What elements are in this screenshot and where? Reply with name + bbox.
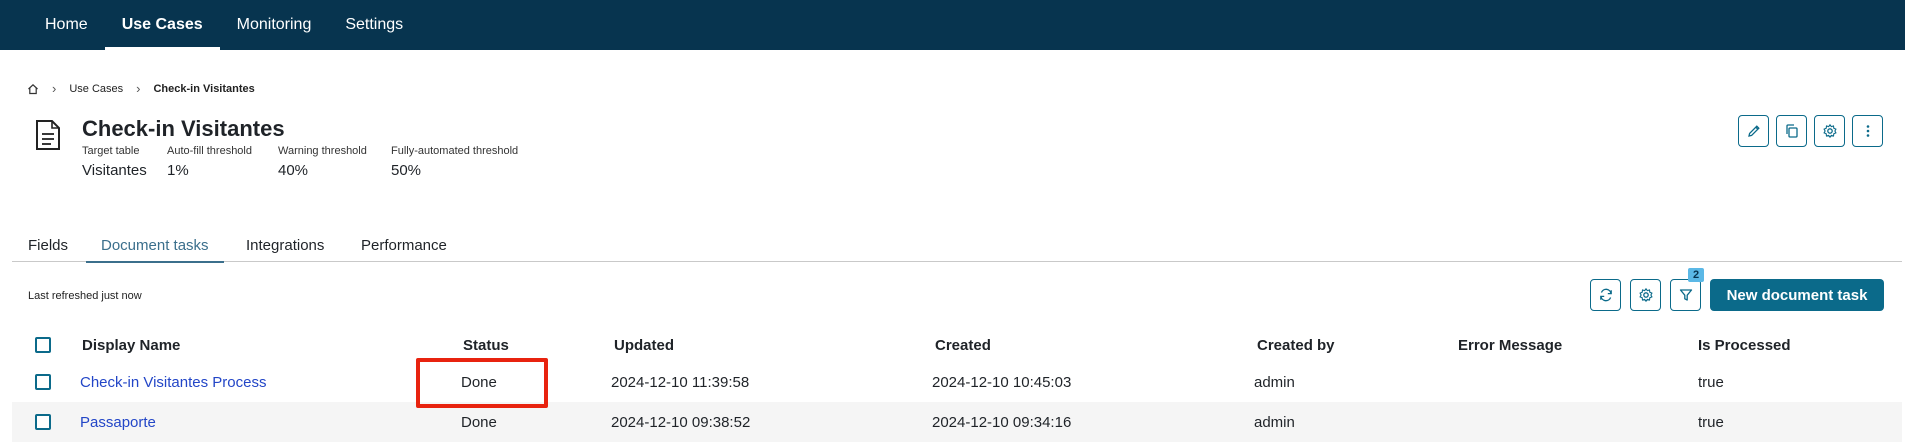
row-select-cell — [35, 402, 51, 442]
home-icon[interactable] — [27, 83, 39, 95]
filter-icon — [1679, 289, 1692, 301]
created-cell: 2024-12-10 10:45:03 — [932, 373, 1072, 391]
row-select-cell — [35, 362, 51, 402]
select-all-cell — [35, 328, 51, 362]
tab-fields[interactable]: Fields — [28, 234, 68, 262]
created-by-cell: admin — [1254, 373, 1295, 391]
document-tasks-table: Display Name Status Updated Created Crea… — [12, 328, 1902, 442]
updated-cell: 2024-12-10 09:38:52 — [611, 413, 751, 431]
edit-button[interactable] — [1738, 115, 1769, 147]
page-title: Check-in Visitantes — [82, 116, 285, 141]
copy-icon — [1785, 124, 1798, 138]
column-header[interactable]: Updated — [614, 328, 674, 362]
tab-integrations[interactable]: Integrations — [246, 234, 324, 262]
column-header[interactable]: Display Name — [82, 328, 180, 362]
meta-fully-automated-threshold: Fully-automated threshold 50% — [391, 145, 518, 179]
chevron-right-icon: › — [52, 81, 57, 96]
meta-value: 40% — [278, 162, 309, 179]
meta-label: Fully-automated threshold — [391, 145, 519, 157]
is-processed-cell: true — [1698, 373, 1724, 391]
nav-home[interactable]: Home — [28, 0, 105, 50]
breadcrumb: › Use Cases › Check-in Visitantes — [27, 82, 255, 96]
refresh-icon — [1599, 288, 1612, 302]
breadcrumb-use-cases[interactable]: Use Cases — [69, 83, 123, 95]
meta-auto-fill-threshold: Auto-fill threshold 1% — [167, 145, 252, 179]
display-name-link[interactable]: Check-in Visitantes Process — [80, 362, 266, 402]
chevron-right-icon: › — [136, 81, 141, 96]
filter-count-badge: 2 — [1688, 268, 1704, 282]
table-row: Check-in Visitantes Process Done 2024-12… — [12, 362, 1902, 402]
settings-button[interactable] — [1814, 115, 1845, 147]
meta-value: 1% — [167, 162, 189, 179]
document-icon — [34, 119, 62, 151]
edit-icon — [1747, 125, 1760, 137]
updated-cell: 2024-12-10 11:39:58 — [611, 373, 750, 391]
select-all-checkbox[interactable] — [35, 337, 51, 353]
table-header-row: Display Name Status Updated Created Crea… — [12, 328, 1902, 362]
table-row: Passaporte Done 2024-12-10 09:38:52 2024… — [12, 402, 1902, 442]
created-cell: 2024-12-10 09:34:16 — [932, 413, 1072, 431]
meta-value: Visitantes — [82, 162, 147, 179]
row-checkbox[interactable] — [35, 374, 51, 390]
created-by-cell: admin — [1254, 413, 1295, 431]
meta-warning-threshold: Warning threshold 40% — [278, 145, 367, 179]
meta-label: Target table — [82, 145, 140, 157]
nav-monitoring[interactable]: Monitoring — [220, 0, 329, 50]
meta-value: 50% — [391, 162, 422, 179]
column-header[interactable]: Status — [463, 328, 509, 362]
column-header[interactable]: Is Processed — [1698, 328, 1791, 362]
table-settings-button[interactable] — [1630, 279, 1661, 311]
meta-label: Warning threshold — [278, 145, 367, 157]
more-options-button[interactable] — [1852, 115, 1883, 147]
highlight-annotation-box — [416, 358, 548, 408]
column-header[interactable]: Created by — [1257, 328, 1335, 362]
status-cell: Done — [461, 413, 497, 431]
tab-bar: Fields Document tasks Integrations Perfo… — [12, 234, 1902, 263]
nav-settings[interactable]: Settings — [328, 0, 420, 50]
copy-button[interactable] — [1776, 115, 1807, 147]
nav-use-cases[interactable]: Use Cases — [104, 0, 220, 50]
refresh-button[interactable] — [1590, 279, 1621, 311]
gear-icon — [1822, 123, 1837, 139]
is-processed-cell: true — [1698, 413, 1724, 431]
new-document-task-button[interactable]: New document task — [1710, 279, 1884, 311]
tab-document-tasks[interactable]: Document tasks — [86, 234, 224, 263]
row-checkbox[interactable] — [35, 414, 51, 430]
meta-label: Auto-fill threshold — [167, 145, 252, 157]
breadcrumb-current: Check-in Visitantes — [153, 83, 255, 95]
tab-performance[interactable]: Performance — [361, 234, 447, 262]
filter-button[interactable] — [1670, 279, 1701, 311]
column-header[interactable]: Error Message — [1458, 328, 1562, 362]
more-vertical-icon — [1866, 125, 1869, 137]
display-name-link[interactable]: Passaporte — [80, 402, 156, 442]
top-navigation-bar: Home Use Cases Monitoring Settings — [0, 0, 1905, 50]
gear-icon — [1638, 287, 1653, 303]
column-header[interactable]: Created — [935, 328, 991, 362]
last-refreshed-text: Last refreshed just now — [28, 290, 142, 302]
meta-target-table: Target table Visitantes — [82, 145, 147, 179]
